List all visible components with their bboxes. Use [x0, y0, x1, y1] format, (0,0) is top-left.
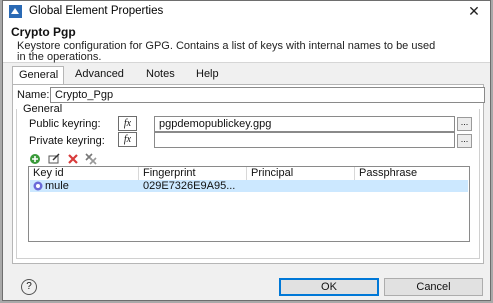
window-title: Global Element Properties [29, 5, 164, 17]
column-header-fingerprint[interactable]: Fingerprint [139, 167, 247, 180]
public-keyring-field[interactable]: pgpdemopublickey.gpg [154, 116, 455, 132]
header-description: Keystore configuration for GPG. Contains… [17, 40, 436, 63]
general-group-label: General [21, 103, 65, 115]
table-row[interactable]: mule 029E7326E9A95... [30, 180, 468, 192]
app-icon [9, 5, 22, 18]
fingerprint-cell: 029E7326E9A95... [143, 180, 236, 192]
delete-icon[interactable] [67, 153, 79, 165]
close-icon[interactable]: ✕ [464, 3, 484, 20]
fx-toggle-public[interactable]: fx [118, 116, 137, 131]
cancel-button[interactable]: Cancel [384, 278, 483, 296]
browse-public-button[interactable]: ... [457, 117, 472, 131]
tab-notes[interactable]: Notes [140, 66, 181, 84]
public-keyring-label: Public keyring: [29, 118, 101, 130]
column-header-principal[interactable]: Principal [247, 167, 355, 180]
tab-advanced[interactable]: Advanced [69, 66, 130, 84]
column-header-passphrase[interactable]: Passphrase [355, 167, 469, 180]
add-icon[interactable] [29, 153, 41, 165]
dialog-header: Crypto Pgp Keystore configuration for GP… [3, 22, 490, 63]
help-icon[interactable]: ? [21, 279, 37, 295]
remove-all-icon[interactable] [85, 153, 97, 165]
private-keyring-field[interactable] [154, 132, 455, 148]
ok-button[interactable]: OK [279, 278, 379, 296]
private-keyring-label: Private keyring: [29, 135, 105, 147]
page-title: Crypto Pgp [11, 25, 76, 39]
dialog-window: Global Element Properties ✕ Crypto Pgp K… [2, 0, 491, 301]
tab-general[interactable]: General [12, 66, 64, 85]
key-id-cell: mule [45, 180, 69, 192]
keys-table[interactable]: Key id Fingerprint Principal Passphrase … [28, 166, 470, 242]
title-bar: Global Element Properties ✕ [3, 1, 490, 22]
edit-icon[interactable] [48, 153, 60, 165]
fx-toggle-private[interactable]: fx [118, 132, 137, 147]
browse-private-button[interactable]: ... [457, 134, 472, 148]
column-header-key-id[interactable]: Key id [29, 167, 139, 180]
tab-help[interactable]: Help [190, 66, 225, 84]
name-field[interactable]: Crypto_Pgp [50, 87, 485, 103]
key-icon [33, 181, 43, 191]
name-label: Name: [17, 89, 50, 101]
